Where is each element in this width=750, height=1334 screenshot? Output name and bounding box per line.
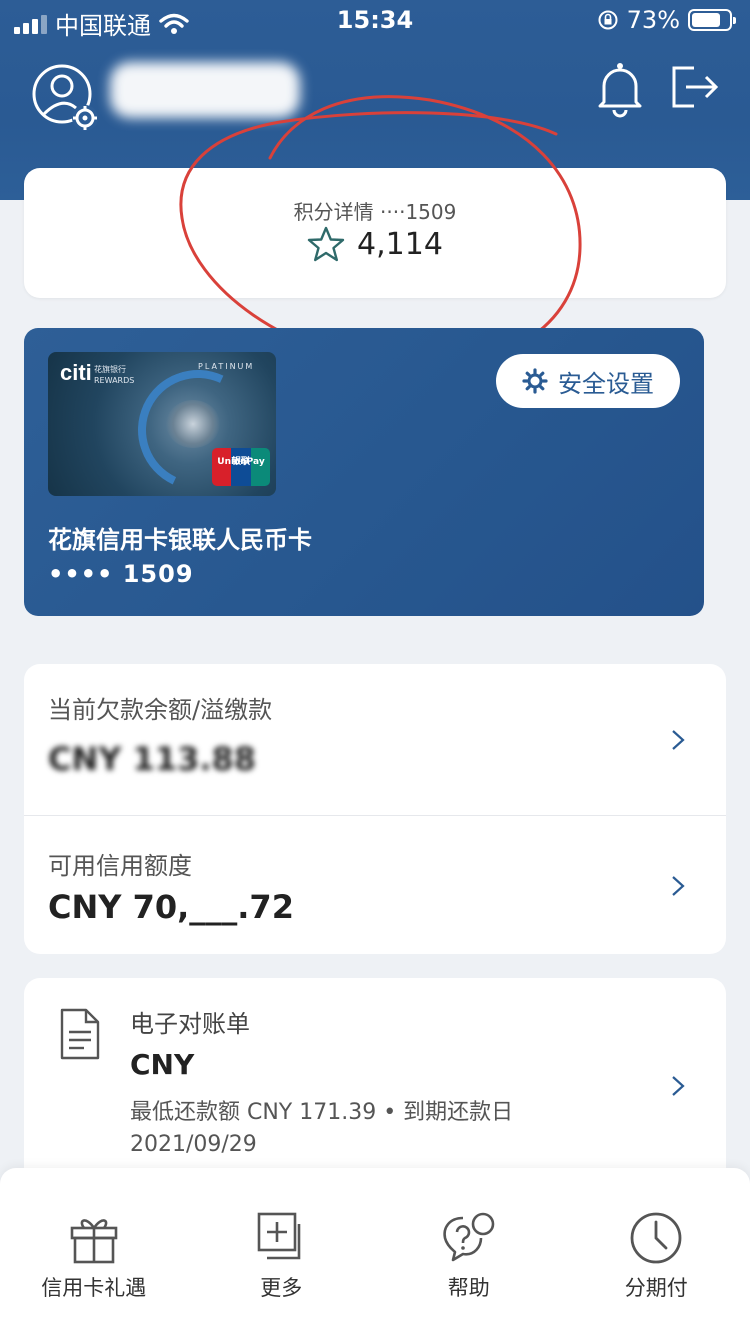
e-statement-title: 电子对账单 xyxy=(130,1010,250,1038)
e-statement-amount: CNY xyxy=(130,1048,195,1081)
card-brand: citi xyxy=(60,360,92,385)
unionpay-cn-text: 银联 xyxy=(231,457,250,467)
security-settings-button[interactable]: 安全设置 xyxy=(496,354,680,408)
points-card[interactable]: 积分详情 ····1509 4,114 xyxy=(24,168,726,298)
tab-more-label: 更多 xyxy=(260,1276,303,1300)
tab-card-offers[interactable]: 信用卡礼遇 xyxy=(0,1168,188,1334)
card-number: •••• 1509 xyxy=(48,560,194,588)
points-value-row: 4,114 xyxy=(24,226,726,262)
bell-icon[interactable] xyxy=(596,58,644,118)
available-credit-value: CNY 70,___.72 xyxy=(48,888,294,926)
balance-card: 当前欠款余额/溢缴款 CNY 113.88 可用信用额度 CNY 70,___.… xyxy=(24,664,726,954)
star-icon xyxy=(307,226,345,262)
help-icon xyxy=(443,1212,495,1262)
card-bank: 花旗银行 xyxy=(94,365,126,374)
status-right: 73% xyxy=(597,6,736,34)
username-redacted xyxy=(110,62,300,118)
security-settings-label: 安全设置 xyxy=(558,369,654,398)
tab-help[interactable]: 帮助 xyxy=(375,1168,563,1334)
available-credit-row[interactable]: 可用信用额度 CNY 70,___.72 xyxy=(24,816,726,954)
tab-card-offers-label: 信用卡礼遇 xyxy=(41,1276,147,1300)
current-balance-row[interactable]: 当前欠款余额/溢缴款 CNY 113.88 xyxy=(24,664,726,816)
tab-installments[interactable]: 分期付 xyxy=(563,1168,750,1334)
gift-icon xyxy=(70,1219,118,1264)
tab-more[interactable]: 更多 xyxy=(188,1168,376,1334)
chevron-right-icon xyxy=(672,1076,685,1096)
card-program-label: REWARDS xyxy=(94,376,135,385)
battery-icon xyxy=(688,9,736,31)
available-credit-title: 可用信用额度 xyxy=(48,852,192,880)
current-balance-title: 当前欠款余额/溢缴款 xyxy=(48,696,273,724)
gear-icon xyxy=(522,368,548,394)
e-statement-card[interactable]: 电子对账单 CNY 最低还款额 CNY 171.39 • 到期还款日 2021/… xyxy=(24,978,726,1198)
rotation-lock-icon xyxy=(598,10,618,30)
more-plus-icon xyxy=(257,1212,301,1260)
e-statement-due-date: 2021/09/29 xyxy=(130,1132,257,1157)
tab-installments-label: 分期付 xyxy=(624,1276,688,1300)
unionpay-logo: UnionPay 银联 xyxy=(212,448,270,486)
card-emblem xyxy=(166,400,220,448)
bottom-tab-bar: 信用卡礼遇 更多 帮助 分期付 xyxy=(0,1168,750,1334)
clock-icon xyxy=(630,1212,682,1264)
card-tier: PLATINUM xyxy=(198,362,255,371)
document-icon xyxy=(60,1008,100,1060)
chevron-right-icon xyxy=(672,876,685,896)
card-image: citi 花旗银行 REWARDS PLATINUM UnionPay 银联 xyxy=(48,352,276,496)
available-credit-amount: CNY 70,___.72 xyxy=(48,888,294,926)
status-bar: 中国联通 15:34 73% xyxy=(0,0,750,44)
battery-percent: 73% xyxy=(626,6,680,34)
logout-icon[interactable] xyxy=(668,62,722,112)
card-name: 花旗信用卡银联人民币卡 xyxy=(48,526,312,554)
current-balance-amount: CNY 113.88 xyxy=(48,740,257,778)
chevron-right-icon xyxy=(672,730,685,750)
points-label: 积分详情 ····1509 xyxy=(293,200,457,224)
e-statement-detail: 最低还款额 CNY 171.39 • 到期还款日 xyxy=(130,1100,514,1125)
tab-help-label: 帮助 xyxy=(447,1276,490,1300)
profile-settings-icon[interactable] xyxy=(30,62,102,134)
points-value: 4,114 xyxy=(357,226,443,262)
credit-card-panel[interactable]: citi 花旗银行 REWARDS PLATINUM UnionPay 银联 安… xyxy=(24,328,704,616)
card-program: 花旗银行 REWARDS xyxy=(94,364,134,386)
